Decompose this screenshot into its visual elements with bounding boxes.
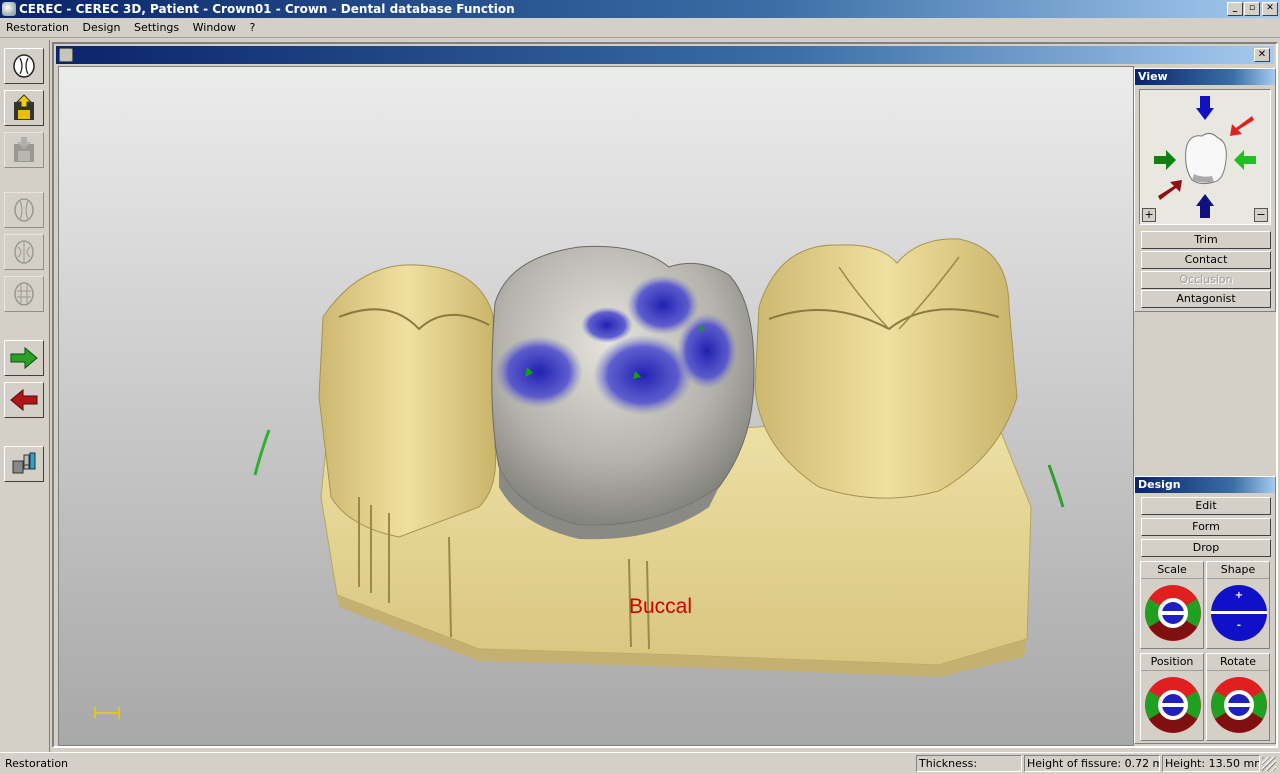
tooth-icon [13,54,35,78]
occlusion-button[interactable]: Occlusion [1141,271,1271,289]
status-fissure-height: Height of fissure: 0.72 mm [1024,755,1160,772]
save-disk-icon [14,137,34,162]
close-button[interactable]: ✕ [1262,2,1278,16]
title-bar: CEREC - CEREC 3D, Patient - Crown01 - Cr… [0,0,1280,18]
minimize-button[interactable]: _ [1227,2,1243,16]
next-step-button[interactable] [4,340,44,376]
rotate-control[interactable]: Rotate [1206,653,1270,741]
view-panel: View + − Trim Contact Occlusion Antagoni… [1134,68,1276,312]
view-orientation-widget[interactable]: + − [1139,89,1271,225]
tooth-view-3-button[interactable] [4,276,44,312]
position-label: Position [1141,654,1203,671]
view-panel-title: View [1135,69,1275,85]
scale-label: Scale [1141,562,1203,579]
drop-button[interactable]: Drop [1141,539,1271,557]
thickness-label: Thickness: [919,757,978,770]
new-restoration-button[interactable] [4,48,44,84]
status-thickness: Thickness: [916,755,1022,772]
cerec-app-icon [2,2,16,16]
3d-viewport[interactable]: Buccal [58,66,1134,746]
design-panel-title: Design [1135,477,1275,493]
status-bar: Restoration Thickness: Height of fissure… [0,752,1280,774]
load-button[interactable] [4,90,44,126]
menu-bar: Restoration Design Settings Window ? [0,18,1280,38]
design-panel: Design Edit Form Drop Scale Shape + - Po… [1134,476,1276,744]
scale-dial-icon [1145,585,1201,641]
contact-button[interactable]: Contact [1141,251,1271,269]
position-dial-icon [1145,677,1201,733]
form-button[interactable]: Form [1141,518,1271,536]
menu-design[interactable]: Design [78,18,126,38]
antagonist-button[interactable]: Antagonist [1141,290,1271,308]
buccal-label: Buccal [629,595,693,618]
status-mode: Restoration [5,757,69,770]
design-window-close-button[interactable]: ✕ [1254,48,1270,62]
window-title: CEREC - CEREC 3D, Patient - Crown01 - Cr… [19,2,515,16]
shape-minus-label: - [1236,620,1242,631]
scale-control[interactable]: Scale [1140,561,1204,649]
design-window-titlebar: ✕ [56,46,1274,64]
zoom-in-button[interactable]: + [1142,208,1156,222]
tooth-view-1-button[interactable] [4,192,44,228]
menu-help[interactable]: ? [245,18,261,38]
tooth-outline-icon [14,198,34,222]
menu-restoration[interactable]: Restoration [1,18,74,38]
status-height: Height: 13.50 mm [1162,755,1260,772]
milling-button[interactable] [4,446,44,482]
rotate-dial-icon [1211,677,1267,733]
position-control[interactable]: Position [1140,653,1204,741]
resize-grip[interactable] [1262,757,1276,771]
tooth-view-2-button[interactable] [4,234,44,270]
trim-button[interactable]: Trim [1141,231,1271,249]
zoom-out-button[interactable]: − [1254,208,1268,222]
menu-window[interactable]: Window [188,18,241,38]
open-disk-icon [14,94,34,120]
tooth-outline-icon [14,282,34,306]
previous-step-button[interactable] [4,382,44,418]
shape-label: Shape [1207,562,1269,579]
restore-button[interactable]: ▫ [1244,2,1260,16]
orientation-arrows [1154,96,1256,218]
shape-control[interactable]: Shape + - [1206,561,1270,649]
save-button[interactable] [4,132,44,168]
design-window: ✕ Buccal View + − Trim Contact Occlusion… [52,42,1278,748]
rotate-label: Rotate [1207,654,1269,671]
menu-settings[interactable]: Settings [129,18,184,38]
document-icon [59,48,73,62]
arrow-left-icon [10,388,38,412]
arrow-right-icon [10,346,38,370]
shape-plus-label: + [1234,590,1244,601]
left-toolbar [0,40,50,752]
tooth-outline-icon [14,240,34,264]
dental-model-render [94,238,1065,719]
milling-machine-icon [12,452,36,474]
edit-button[interactable]: Edit [1141,497,1271,515]
